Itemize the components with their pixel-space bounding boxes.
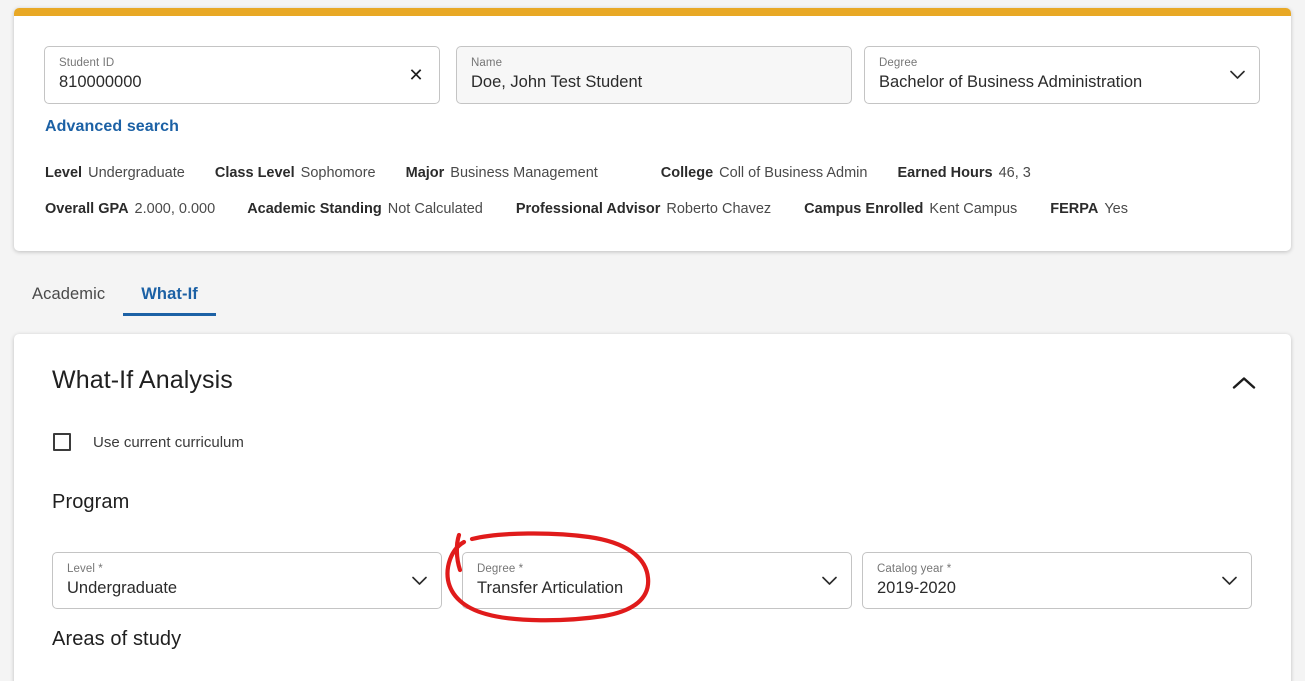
info-label-overall-gpa: Overall GPA bbox=[45, 201, 129, 217]
program-degree-select[interactable]: Degree * Transfer Articulation bbox=[462, 552, 852, 609]
use-current-curriculum-label: Use current curriculum bbox=[93, 433, 244, 451]
advanced-search-link[interactable]: Advanced search bbox=[45, 118, 179, 136]
program-catalog-year-value: 2019-2020 bbox=[877, 579, 956, 597]
info-value-professional-advisor: Roberto Chavez bbox=[666, 201, 772, 217]
student-name-value: Doe, John Test Student bbox=[471, 73, 643, 91]
info-item-major: Major Business Management bbox=[406, 165, 598, 181]
clear-student-id-icon[interactable]: ✕ bbox=[405, 64, 427, 86]
program-catalog-year-label: Catalog year * bbox=[877, 563, 952, 575]
info-value-college: Coll of Business Admin bbox=[719, 165, 868, 181]
info-label-earned-hours: Earned Hours bbox=[897, 165, 993, 181]
student-header-card: Student ID 810000000 ✕ Name Doe, John Te… bbox=[14, 8, 1291, 251]
info-label-level: Level bbox=[45, 165, 83, 181]
program-section-heading: Program bbox=[52, 491, 130, 513]
chevron-down-icon[interactable] bbox=[822, 576, 837, 586]
info-item-professional-advisor: Professional Advisor Roberto Chavez bbox=[516, 201, 771, 217]
info-value-campus-enrolled: Kent Campus bbox=[929, 201, 1018, 217]
info-label-ferpa: FERPA bbox=[1050, 201, 1099, 217]
program-level-value: Undergraduate bbox=[67, 579, 178, 597]
student-degree-value: Bachelor of Business Administration bbox=[879, 73, 1143, 91]
student-name-field: Name Doe, John Test Student bbox=[456, 46, 852, 104]
program-level-label: Level * bbox=[67, 563, 103, 575]
info-item-level: Level Undergraduate bbox=[45, 165, 185, 181]
chevron-down-icon[interactable] bbox=[412, 576, 427, 586]
info-item-earned-hours: Earned Hours 46, 3 bbox=[897, 165, 1030, 181]
info-item-class-level: Class Level Sophomore bbox=[215, 165, 376, 181]
info-value-ferpa: Yes bbox=[1104, 201, 1128, 217]
info-label-major: Major bbox=[405, 165, 445, 181]
tab-bar: Academic What-If bbox=[14, 272, 216, 316]
tab-what-if[interactable]: What-If bbox=[123, 285, 216, 316]
chevron-up-icon[interactable] bbox=[1229, 368, 1259, 398]
info-value-class-level: Sophomore bbox=[300, 165, 376, 181]
info-value-academic-standing: Not Calculated bbox=[387, 201, 483, 217]
info-item-overall-gpa: Overall GPA 2.000, 0.000 bbox=[45, 201, 215, 217]
program-catalog-year-select[interactable]: Catalog year * 2019-2020 bbox=[862, 552, 1252, 609]
info-label-campus-enrolled: Campus Enrolled bbox=[804, 201, 924, 217]
info-value-major: Business Management bbox=[450, 165, 598, 181]
info-item-academic-standing: Academic Standing Not Calculated bbox=[247, 201, 483, 217]
what-if-analysis-title: What-If Analysis bbox=[52, 366, 233, 394]
student-degree-select[interactable]: Degree Bachelor of Business Administrati… bbox=[864, 46, 1260, 104]
info-value-earned-hours: 46, 3 bbox=[998, 165, 1031, 181]
areas-of-study-heading: Areas of study bbox=[52, 628, 182, 650]
accent-bar bbox=[14, 8, 1291, 16]
chevron-down-icon[interactable] bbox=[1230, 70, 1245, 80]
info-label-college: College bbox=[660, 165, 714, 181]
use-current-curriculum-row[interactable]: Use current curriculum bbox=[53, 433, 244, 451]
info-item-campus-enrolled: Campus Enrolled Kent Campus bbox=[804, 201, 1017, 217]
info-label-professional-advisor: Professional Advisor bbox=[515, 201, 661, 217]
info-item-ferpa: FERPA Yes bbox=[1050, 201, 1128, 217]
use-current-curriculum-checkbox[interactable] bbox=[53, 433, 71, 451]
chevron-down-icon[interactable] bbox=[1222, 576, 1237, 586]
student-id-label: Student ID bbox=[59, 57, 115, 69]
info-value-level: Undergraduate bbox=[88, 165, 185, 181]
student-id-value: 810000000 bbox=[59, 73, 142, 91]
info-label-academic-standing: Academic Standing bbox=[247, 201, 382, 217]
student-degree-label: Degree bbox=[879, 57, 918, 69]
student-info-row-1: Level Undergraduate Class Level Sophomor… bbox=[45, 165, 1031, 181]
student-name-label: Name bbox=[471, 57, 503, 69]
program-level-select[interactable]: Level * Undergraduate bbox=[52, 552, 442, 609]
program-degree-value: Transfer Articulation bbox=[477, 579, 624, 597]
student-id-field[interactable]: Student ID 810000000 ✕ bbox=[44, 46, 440, 104]
info-item-college: College Coll of Business Admin bbox=[661, 165, 868, 181]
info-label-class-level: Class Level bbox=[214, 165, 295, 181]
tab-academic[interactable]: Academic bbox=[14, 285, 123, 316]
what-if-analysis-card: What-If Analysis Use current curriculum … bbox=[14, 334, 1291, 681]
program-degree-label: Degree * bbox=[477, 563, 524, 575]
student-info-row-2: Overall GPA 2.000, 0.000 Academic Standi… bbox=[45, 201, 1128, 217]
info-value-overall-gpa: 2.000, 0.000 bbox=[134, 201, 216, 217]
